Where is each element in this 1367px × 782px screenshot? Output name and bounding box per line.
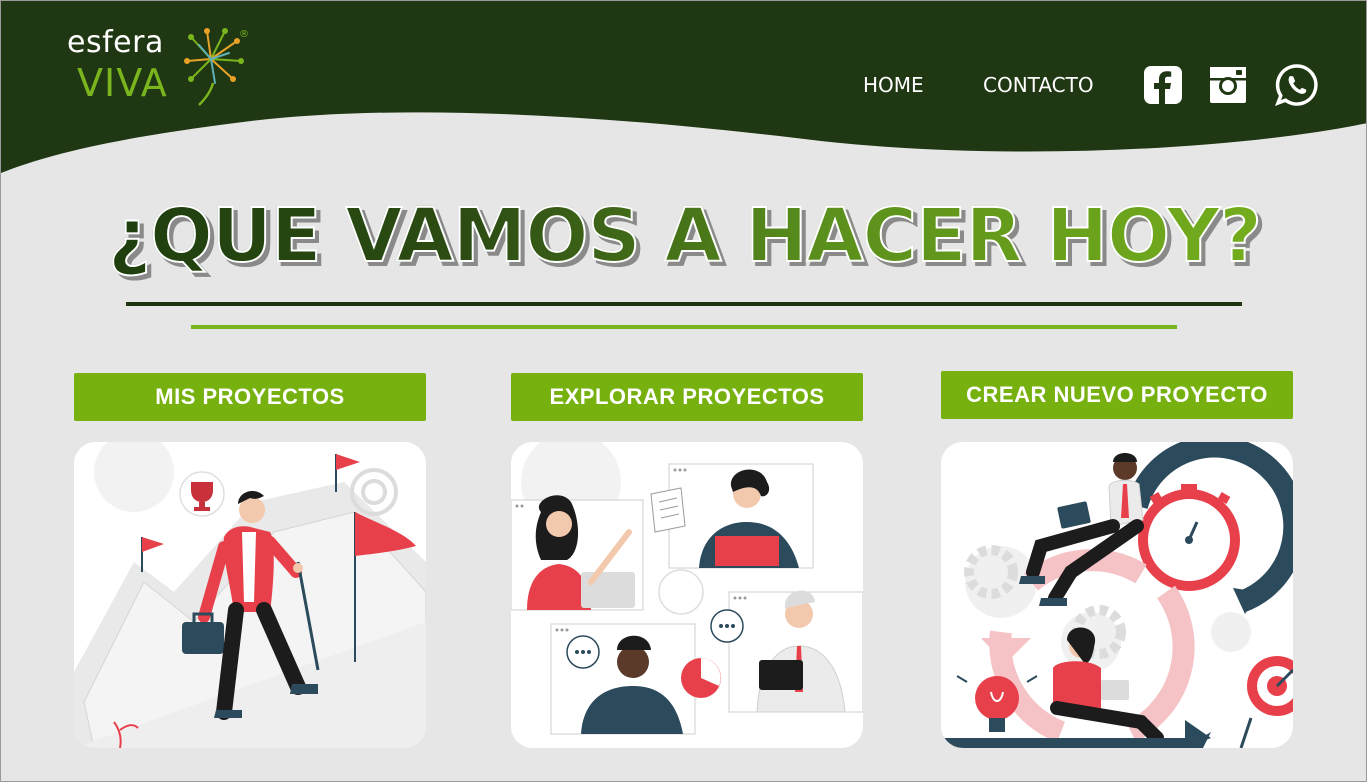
- brand-name-bottom: VIVA: [77, 61, 168, 105]
- hero-title: ¿QUE VAMOS A HACER HOY?: [1, 192, 1366, 280]
- instagram-icon[interactable]: [1208, 65, 1248, 105]
- time-management-illustration: [941, 442, 1293, 748]
- video-collaboration-illustration: [511, 442, 863, 748]
- create-project-card[interactable]: [941, 442, 1293, 748]
- mountain-climber-illustration: [74, 442, 426, 748]
- dandelion-logo-icon: ®: [184, 28, 249, 106]
- brand-logo[interactable]: esfera VIVA ®: [67, 25, 257, 115]
- whatsapp-icon[interactable]: [1275, 63, 1319, 107]
- create-project-button[interactable]: CREAR NUEVO PROYECTO: [941, 371, 1293, 419]
- divider-dark: [126, 302, 1242, 306]
- brand-name-top: esfera: [67, 25, 164, 60]
- page: esfera VIVA ® HOME CONTACTO ¿QUE VAMOS A…: [0, 0, 1367, 782]
- divider-light: [191, 325, 1177, 329]
- explore-projects-button[interactable]: EXPLORAR PROYECTOS: [511, 373, 863, 421]
- my-projects-button[interactable]: MIS PROYECTOS: [74, 373, 426, 421]
- my-projects-card[interactable]: [74, 442, 426, 748]
- nav-home-link[interactable]: HOME: [863, 73, 924, 97]
- nav-contact-link[interactable]: CONTACTO: [983, 73, 1094, 97]
- explore-projects-card[interactable]: [511, 442, 863, 748]
- facebook-icon[interactable]: [1143, 65, 1183, 105]
- registered-mark: ®: [239, 29, 249, 40]
